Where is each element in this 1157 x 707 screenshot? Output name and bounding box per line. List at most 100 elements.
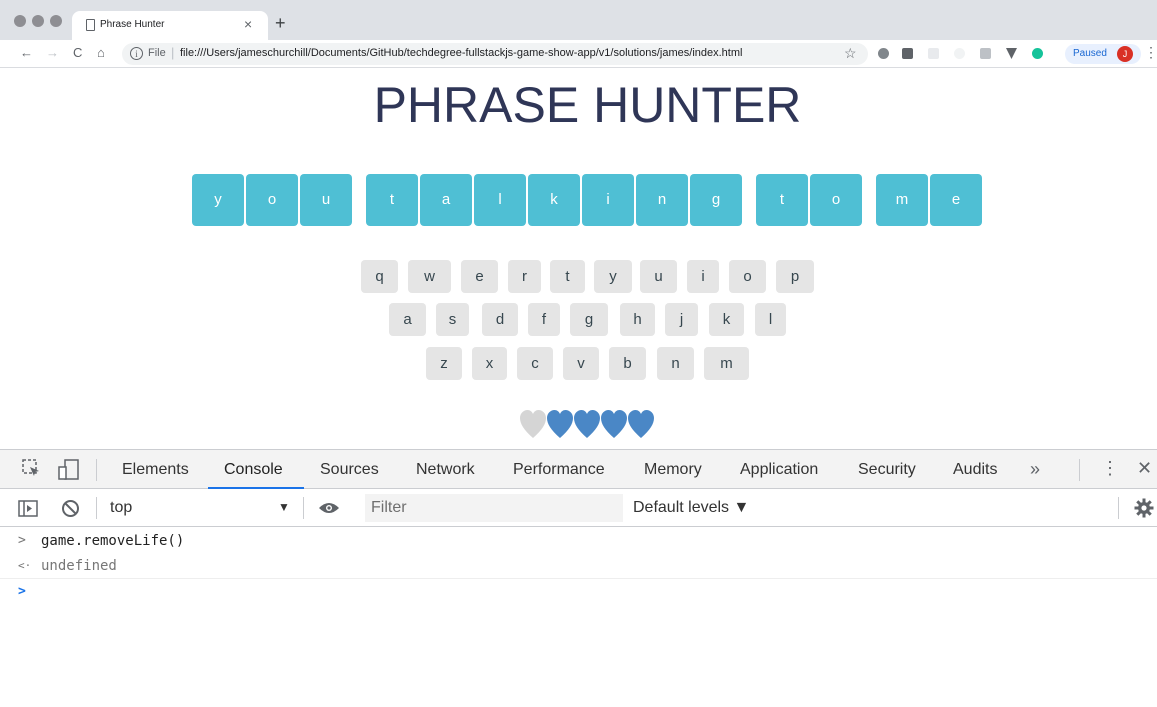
divider xyxy=(96,497,97,519)
tab-sources[interactable]: Sources xyxy=(320,461,379,479)
maximize-window-button[interactable] xyxy=(50,15,62,27)
back-button[interactable]: ← xyxy=(20,45,33,60)
key-p[interactable]: p xyxy=(776,260,814,293)
tab-title: Phrase Hunter xyxy=(100,19,165,30)
profile-paused-button[interactable]: Paused J xyxy=(1065,44,1141,64)
key-w[interactable]: w xyxy=(408,260,451,293)
live-heart-icon xyxy=(547,410,573,438)
browser-tab[interactable]: Phrase Hunter × xyxy=(72,11,268,40)
devtools-menu-icon[interactable]: ⋮ xyxy=(1101,458,1119,479)
tab-console[interactable]: Console xyxy=(224,461,283,479)
key-i[interactable]: i xyxy=(687,260,719,293)
mail-extension-icon[interactable] xyxy=(902,48,913,59)
key-d[interactable]: d xyxy=(482,303,518,336)
new-tab-button[interactable]: + xyxy=(275,13,286,34)
console-toolbar: top ▼ Filter Default levels ▼ xyxy=(0,489,1157,527)
tab-application[interactable]: Application xyxy=(740,461,818,479)
vue-devtools-icon[interactable] xyxy=(1006,48,1017,59)
close-window-button[interactable] xyxy=(14,15,26,27)
key-f[interactable]: f xyxy=(528,303,560,336)
tab-network[interactable]: Network xyxy=(416,461,475,479)
log-levels-dropdown[interactable]: Default levels ▼ xyxy=(633,499,749,517)
devtools-panel: Elements Console Sources Network Performance… xyxy=(0,449,1157,706)
close-devtools-icon[interactable]: ✕ xyxy=(1137,458,1152,479)
key-v[interactable]: v xyxy=(563,347,599,380)
more-tabs-icon[interactable]: » xyxy=(1030,459,1040,480)
key-c[interactable]: c xyxy=(517,347,553,380)
eye-icon[interactable] xyxy=(318,501,340,515)
extension-icon[interactable] xyxy=(928,48,939,59)
key-n[interactable]: n xyxy=(657,347,694,380)
inspect-element-icon[interactable] xyxy=(22,459,42,479)
home-button[interactable]: ⌂ xyxy=(97,45,105,60)
context-selector[interactable]: top xyxy=(110,499,132,517)
key-b[interactable]: b xyxy=(609,347,646,380)
filter-input[interactable]: Filter xyxy=(365,494,623,522)
browser-toolbar: ← → C ⌂ i File | file:///Users/jameschur… xyxy=(0,40,1157,68)
sidebar-toggle-icon[interactable] xyxy=(18,500,38,517)
phrase-letter: i xyxy=(582,174,634,226)
divider xyxy=(1079,459,1080,481)
key-y[interactable]: y xyxy=(594,260,632,293)
key-j[interactable]: j xyxy=(665,303,698,336)
key-t[interactable]: t xyxy=(550,260,585,293)
key-m[interactable]: m xyxy=(704,347,749,380)
console-input-line: > game.removeLife() xyxy=(0,529,1157,554)
key-o[interactable]: o xyxy=(729,260,766,293)
info-icon[interactable]: i xyxy=(130,47,143,60)
extension-icon[interactable] xyxy=(954,48,965,59)
address-bar[interactable]: i File | file:///Users/jameschurchill/Do… xyxy=(122,43,868,65)
game-page: PHRASE HUNTER youtalkingtome qwertyuiopa… xyxy=(0,68,1157,449)
key-e[interactable]: e xyxy=(461,260,498,293)
tab-performance[interactable]: Performance xyxy=(513,461,605,479)
phrase-letter: n xyxy=(636,174,688,226)
key-k[interactable]: k xyxy=(709,303,744,336)
phrase-letter: o xyxy=(810,174,862,226)
key-g[interactable]: g xyxy=(570,303,608,336)
key-l[interactable]: l xyxy=(755,303,786,336)
console-prompt-line[interactable]: > xyxy=(0,580,1157,605)
browser-tab-strip: Phrase Hunter × + xyxy=(0,0,1157,40)
filter-placeholder: Filter xyxy=(371,499,407,516)
key-h[interactable]: h xyxy=(620,303,655,336)
key-r[interactable]: r xyxy=(508,260,541,293)
key-u[interactable]: u xyxy=(640,260,677,293)
extension-icon[interactable] xyxy=(980,48,991,59)
console-result: undefined xyxy=(41,558,117,574)
phrase-letter: o xyxy=(246,174,298,226)
clear-console-icon[interactable] xyxy=(61,499,80,518)
document-icon xyxy=(86,19,95,31)
grammarly-icon[interactable] xyxy=(1032,48,1043,59)
console-command: game.removeLife() xyxy=(41,533,185,549)
key-z[interactable]: z xyxy=(426,347,462,380)
url-text[interactable]: file:///Users/jameschurchill/Documents/G… xyxy=(180,47,742,59)
tab-audits[interactable]: Audits xyxy=(953,461,997,479)
devtools-tab-bar: Elements Console Sources Network Performance… xyxy=(0,450,1157,489)
key-x[interactable]: x xyxy=(472,347,507,380)
avatar: J xyxy=(1117,46,1133,62)
device-toolbar-icon[interactable] xyxy=(58,459,80,481)
extension-icon[interactable] xyxy=(878,48,889,59)
tab-security[interactable]: Security xyxy=(858,461,916,479)
forward-button[interactable]: → xyxy=(46,45,59,60)
key-q[interactable]: q xyxy=(361,260,398,293)
divider xyxy=(96,459,97,481)
phrase-letter: k xyxy=(528,174,580,226)
page-title: PHRASE HUNTER xyxy=(373,77,802,133)
bookmark-star-icon[interactable]: ☆ xyxy=(844,45,857,62)
chevron-down-icon[interactable]: ▼ xyxy=(278,500,290,514)
reload-button[interactable]: C xyxy=(73,45,82,60)
key-s[interactable]: s xyxy=(436,303,469,336)
input-caret-icon: > xyxy=(18,584,26,599)
gear-icon[interactable] xyxy=(1134,498,1154,518)
console-output[interactable]: > game.removeLife() <· undefined > xyxy=(0,527,1157,707)
tab-elements[interactable]: Elements xyxy=(122,461,189,479)
minimize-window-button[interactable] xyxy=(32,15,44,27)
phrase-letter: g xyxy=(690,174,742,226)
key-a[interactable]: a xyxy=(389,303,426,336)
browser-menu-icon[interactable]: ⋮ xyxy=(1144,44,1157,61)
phrase-letter: e xyxy=(930,174,982,226)
live-heart-icon xyxy=(601,410,627,438)
tab-close-icon[interactable]: × xyxy=(244,16,252,32)
tab-memory[interactable]: Memory xyxy=(644,461,702,479)
